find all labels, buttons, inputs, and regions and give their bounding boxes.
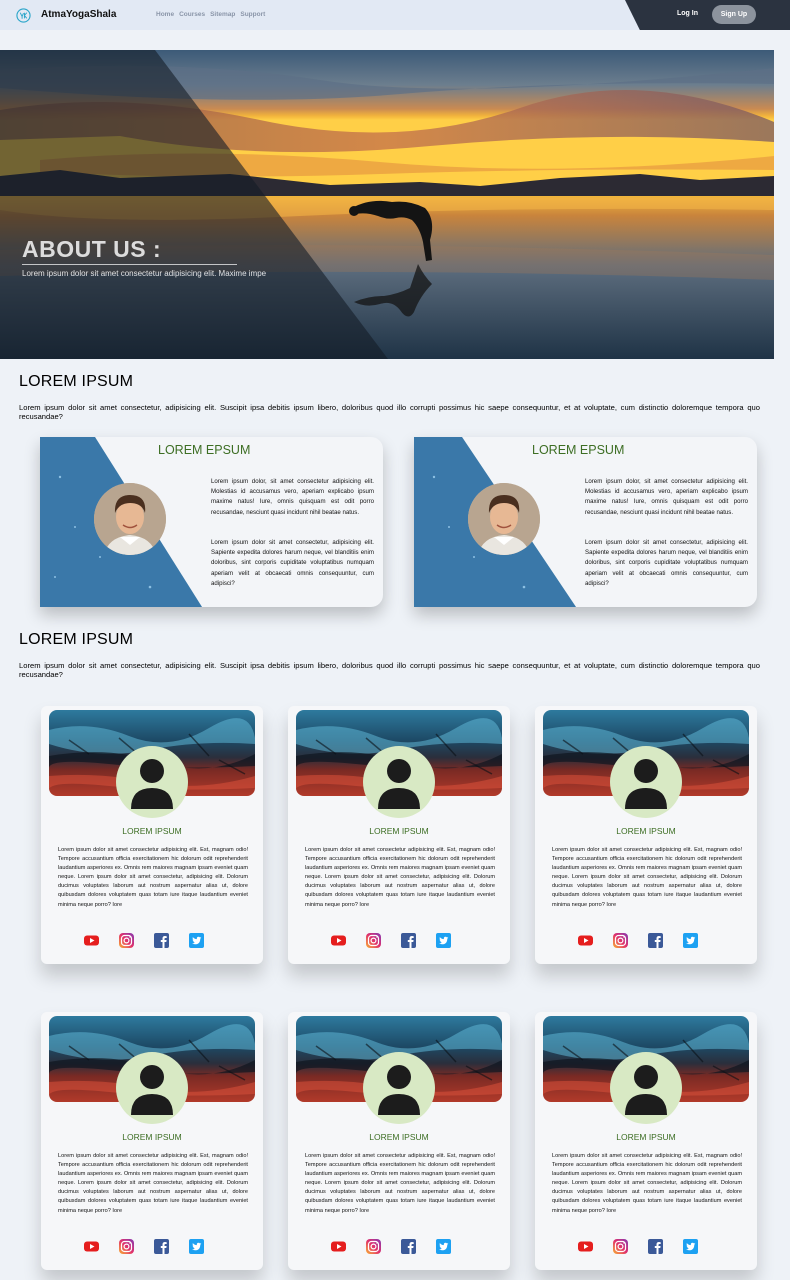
facebook-icon[interactable] bbox=[153, 1238, 170, 1255]
user-icon bbox=[131, 1065, 173, 1115]
team-member-bio: Lorem ipsum dolor sit amet consectetur a… bbox=[305, 847, 495, 908]
user-icon bbox=[625, 1065, 667, 1115]
user-icon bbox=[378, 759, 420, 809]
section-title-1: LOREM IPSUM bbox=[19, 373, 134, 390]
twitter-icon[interactable] bbox=[682, 932, 699, 949]
instagram-icon[interactable] bbox=[118, 1238, 135, 1255]
avatar-placeholder bbox=[116, 1052, 188, 1124]
instagram-icon[interactable] bbox=[612, 932, 629, 949]
instagram-icon[interactable] bbox=[365, 1238, 382, 1255]
profile-photo bbox=[94, 483, 166, 555]
team-member-name: LOREM IPSUM bbox=[369, 826, 429, 836]
team-member-bio: Lorem ipsum dolor sit amet consectetur a… bbox=[305, 1153, 495, 1214]
avatar-placeholder bbox=[363, 746, 435, 818]
login-link[interactable]: Log In bbox=[677, 10, 698, 17]
facebook-icon[interactable] bbox=[153, 932, 170, 949]
team-card: LOREM IPSUM Lorem ipsum dolor sit amet c… bbox=[288, 706, 510, 964]
about-card-paragraph: Lorem ipsum dolor, sit amet consectetur … bbox=[585, 478, 748, 516]
youtube-icon[interactable] bbox=[577, 932, 594, 949]
facebook-icon[interactable] bbox=[647, 932, 664, 949]
team-member-bio: Lorem ipsum dolor sit amet consectetur a… bbox=[58, 847, 248, 908]
avatar-placeholder bbox=[116, 746, 188, 818]
profile-photo bbox=[468, 483, 540, 555]
user-icon bbox=[131, 759, 173, 809]
team-card: LOREM IPSUM Lorem ipsum dolor sit amet c… bbox=[41, 706, 263, 964]
hero-sunset-image bbox=[0, 50, 774, 359]
about-card: LOREM EPSUM Lorem ipsum dolor, sit amet … bbox=[40, 437, 383, 607]
user-icon bbox=[378, 1065, 420, 1115]
nav-links: Home Courses Sitemap Support bbox=[156, 11, 265, 18]
avatar-placeholder bbox=[363, 1052, 435, 1124]
youtube-icon[interactable] bbox=[83, 1238, 100, 1255]
hero-divider bbox=[22, 264, 237, 265]
twitter-icon[interactable] bbox=[188, 1238, 205, 1255]
signup-button[interactable]: Sign Up bbox=[712, 5, 756, 24]
nav-link-home[interactable]: Home bbox=[156, 11, 174, 18]
social-links bbox=[577, 932, 699, 949]
team-member-bio: Lorem ipsum dolor sit amet consectetur a… bbox=[552, 1153, 742, 1214]
twitter-icon[interactable] bbox=[435, 1238, 452, 1255]
about-card: LOREM EPSUM Lorem ipsum dolor, sit amet … bbox=[414, 437, 757, 607]
about-card-paragraph: Lorem ipsum dolor, sit amet consectetur … bbox=[211, 478, 374, 516]
avatar-placeholder bbox=[610, 1052, 682, 1124]
about-card-paragraph: Lorem ipsum dolor sit amet consectetur, … bbox=[211, 539, 374, 587]
team-member-name: LOREM IPSUM bbox=[616, 1132, 676, 1142]
avatar-placeholder bbox=[610, 746, 682, 818]
instagram-icon[interactable] bbox=[118, 932, 135, 949]
team-member-bio: Lorem ipsum dolor sit amet consectetur a… bbox=[58, 1153, 248, 1214]
hero-banner: ABOUT US : Lorem ipsum dolor sit amet co… bbox=[0, 50, 774, 359]
about-card-title: LOREM EPSUM bbox=[158, 443, 251, 457]
team-member-name: LOREM IPSUM bbox=[122, 1132, 182, 1142]
about-card-paragraph: Lorem ipsum dolor sit amet consectetur, … bbox=[585, 539, 748, 587]
section-text-1: Lorem ipsum dolor sit amet consectetur, … bbox=[19, 403, 760, 422]
team-member-bio: Lorem ipsum dolor sit amet consectetur a… bbox=[552, 847, 742, 908]
navbar-dark-panel bbox=[625, 0, 790, 30]
team-card: LOREM IPSUM Lorem ipsum dolor sit amet c… bbox=[535, 1012, 757, 1270]
team-card: LOREM IPSUM Lorem ipsum dolor sit amet c… bbox=[535, 706, 757, 964]
social-links bbox=[330, 932, 452, 949]
youtube-icon[interactable] bbox=[577, 1238, 594, 1255]
team-card: LOREM IPSUM Lorem ipsum dolor sit amet c… bbox=[41, 1012, 263, 1270]
section-title-2: LOREM IPSUM bbox=[19, 631, 134, 648]
facebook-icon[interactable] bbox=[647, 1238, 664, 1255]
user-icon bbox=[625, 759, 667, 809]
youtube-icon[interactable] bbox=[330, 932, 347, 949]
team-member-name: LOREM IPSUM bbox=[122, 826, 182, 836]
hero-title: ABOUT US : bbox=[22, 236, 162, 262]
team-card: LOREM IPSUM Lorem ipsum dolor sit amet c… bbox=[288, 1012, 510, 1270]
facebook-icon[interactable] bbox=[400, 932, 417, 949]
logo-icon[interactable] bbox=[16, 8, 31, 23]
youtube-icon[interactable] bbox=[83, 932, 100, 949]
brand-name[interactable]: AtmaYogaShala bbox=[41, 9, 116, 20]
social-links bbox=[83, 1238, 205, 1255]
team-member-name: LOREM IPSUM bbox=[369, 1132, 429, 1142]
facebook-icon[interactable] bbox=[400, 1238, 417, 1255]
nav-link-courses[interactable]: Courses bbox=[179, 11, 205, 18]
twitter-icon[interactable] bbox=[682, 1238, 699, 1255]
nav-link-support[interactable]: Support bbox=[240, 11, 265, 18]
team-member-name: LOREM IPSUM bbox=[616, 826, 676, 836]
social-links bbox=[330, 1238, 452, 1255]
about-card-title: LOREM EPSUM bbox=[532, 443, 625, 457]
nav-link-sitemap[interactable]: Sitemap bbox=[210, 11, 235, 18]
twitter-icon[interactable] bbox=[188, 932, 205, 949]
instagram-icon[interactable] bbox=[365, 932, 382, 949]
instagram-icon[interactable] bbox=[612, 1238, 629, 1255]
social-links bbox=[83, 932, 205, 949]
hero-subtitle: Lorem ipsum dolor sit amet consectetur a… bbox=[22, 269, 267, 278]
section-text-2: Lorem ipsum dolor sit amet consectetur, … bbox=[19, 661, 760, 680]
youtube-icon[interactable] bbox=[330, 1238, 347, 1255]
top-navbar: AtmaYogaShala Home Courses Sitemap Suppo… bbox=[0, 0, 790, 30]
social-links bbox=[577, 1238, 699, 1255]
twitter-icon[interactable] bbox=[435, 932, 452, 949]
